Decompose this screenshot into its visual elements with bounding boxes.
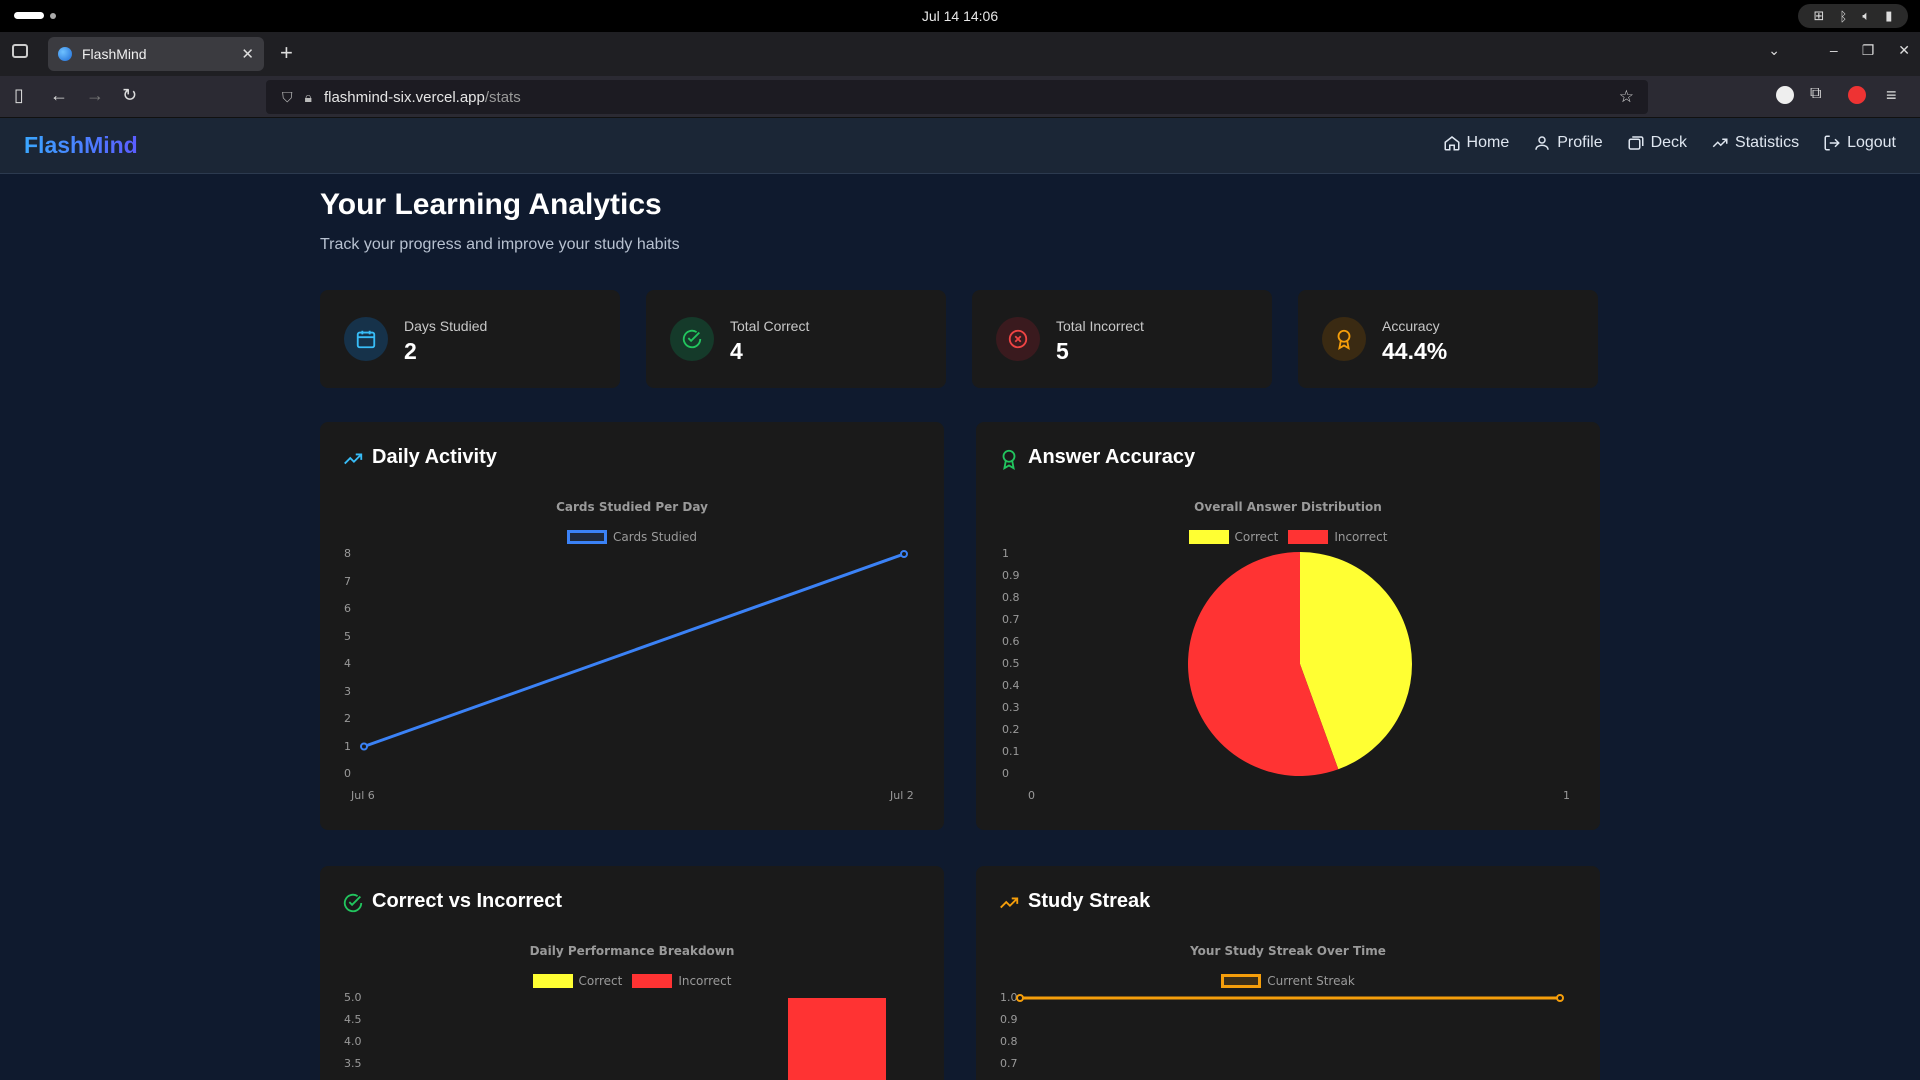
bookmark-star-icon[interactable]: ☆ [1619,87,1634,107]
nav-deck[interactable]: Deck [1627,134,1687,152]
stat-card-total-correct: Total Correct 4 [646,290,946,388]
nav-logout-label: Logout [1847,134,1896,151]
chevron-down-icon[interactable]: ⌄ [1768,42,1780,59]
youtube-extension-icon[interactable] [1848,86,1866,104]
stat-value: 2 [404,338,417,364]
nav-statistics[interactable]: Statistics [1711,134,1799,152]
panel-answer-accuracy: Answer Accuracy Overall Answer Distribut… [976,422,1600,830]
trending-up-icon [1712,138,1728,148]
streak-line-chart [1016,994,1564,1002]
bar-incorrect [788,998,886,1080]
award-icon [1322,317,1366,361]
menu-icon[interactable]: ≡ [1886,85,1897,106]
browser-tab[interactable]: FlashMind ✕ [48,37,264,71]
panel-daily-activity: Daily Activity Cards Studied Per Day Car… [320,422,944,830]
os-clock[interactable]: Jul 14 14:06 [922,8,998,24]
os-top-bar: Jul 14 14:06 ⊞ ᛒ 🔈︎ ▮ [0,0,1920,32]
volume-icon: 🔈︎ [1862,8,1871,23]
series-line [363,552,905,748]
system-tray[interactable]: ⊞ ᛒ 🔈︎ ▮ [1798,4,1908,28]
sidebar-toggle-icon[interactable]: ▯ [14,85,24,106]
x-circle-icon [996,317,1040,361]
page-title: Your Learning Analytics [320,188,662,221]
stat-label: Total Correct [730,318,810,334]
favicon-icon [58,47,72,61]
address-bar[interactable]: ⛉ 🔒︎ flashmind-six.vercel.app/stats ☆ [266,80,1648,114]
extensions-puzzle-icon[interactable]: ⧉ [1810,85,1821,103]
brand-logo[interactable]: FlashMind [24,132,138,159]
logout-icon [1824,135,1840,151]
bar-chart [788,998,886,1080]
workspace-dot[interactable] [50,13,56,19]
lock-icon[interactable]: 🔒︎ [305,89,312,106]
data-point [1556,994,1564,1002]
nav-home-label: Home [1466,134,1510,151]
page-subtitle: Track your progress and improve your stu… [320,236,680,253]
deck-icon [1628,136,1644,150]
stat-card-days-studied: Days Studied 2 [320,290,620,388]
stat-label: Accuracy [1382,318,1440,334]
close-tab-icon[interactable]: ✕ [241,45,254,63]
new-tab-icon[interactable]: + [280,40,293,66]
bluetooth-icon: ᛒ [1839,8,1848,24]
stat-label: Total Incorrect [1056,318,1144,334]
window-controls: – ❐ ✕ [1830,42,1910,59]
back-icon[interactable]: ← [50,85,68,106]
browser-toolbar: ▯ ← → ↻ ⛉ 🔒︎ flashmind-six.vercel.app/st… [0,76,1920,118]
network-icon: ⊞ [1813,8,1825,23]
app-header: FlashMind Home Profile Deck Statistics L… [0,118,1920,174]
panel-correct-vs-incorrect: Correct vs Incorrect Daily Performance B… [320,866,944,1080]
browser-tab-bar: FlashMind ✕ + ⌄ – ❐ ✕ [0,32,1920,76]
nav-profile[interactable]: Profile [1533,134,1603,152]
url-path: /stats [484,88,521,106]
forward-icon[interactable]: → [86,85,104,106]
panel-study-streak: Study Streak Your Study Streak Over Time… [976,866,1600,1080]
url-host: flashmind-six.vercel.app [323,88,485,106]
workspace-indicator[interactable] [14,12,44,19]
data-point [1016,994,1024,1002]
shield-icon[interactable]: ⛉ [282,89,293,106]
stat-value: 4 [730,338,743,364]
check-circle-icon [670,317,714,361]
line-chart [360,550,908,751]
close-window-icon[interactable]: ✕ [1898,42,1910,59]
restore-icon[interactable]: ❐ [1862,42,1875,59]
nav-statistics-label: Statistics [1735,134,1800,151]
user-icon [1535,136,1549,150]
stat-value: 5 [1056,338,1069,364]
data-point [900,550,908,558]
calendar-icon [344,317,388,361]
pie-chart [1188,552,1412,776]
nav-profile-label: Profile [1557,134,1603,151]
battery-icon: ▮ [1885,8,1893,23]
stat-label: Days Studied [404,318,488,334]
stat-card-total-incorrect: Total Incorrect 5 [972,290,1272,388]
nav-home[interactable]: Home [1443,134,1510,152]
stat-value: 44.4% [1382,338,1448,364]
nav-logout[interactable]: Logout [1823,134,1896,152]
app-nav: Home Profile Deck Statistics Logout [1443,134,1896,152]
extension-info-icon[interactable] [1776,86,1794,104]
reload-icon[interactable]: ↻ [122,85,137,106]
stat-card-accuracy: Accuracy 44.4% [1298,290,1598,388]
home-icon [1444,136,1460,151]
tab-title: FlashMind [82,46,147,62]
nav-deck-label: Deck [1650,134,1688,151]
data-point [360,742,368,751]
minimize-icon[interactable]: – [1830,42,1838,59]
tab-overview-icon[interactable] [12,44,28,58]
